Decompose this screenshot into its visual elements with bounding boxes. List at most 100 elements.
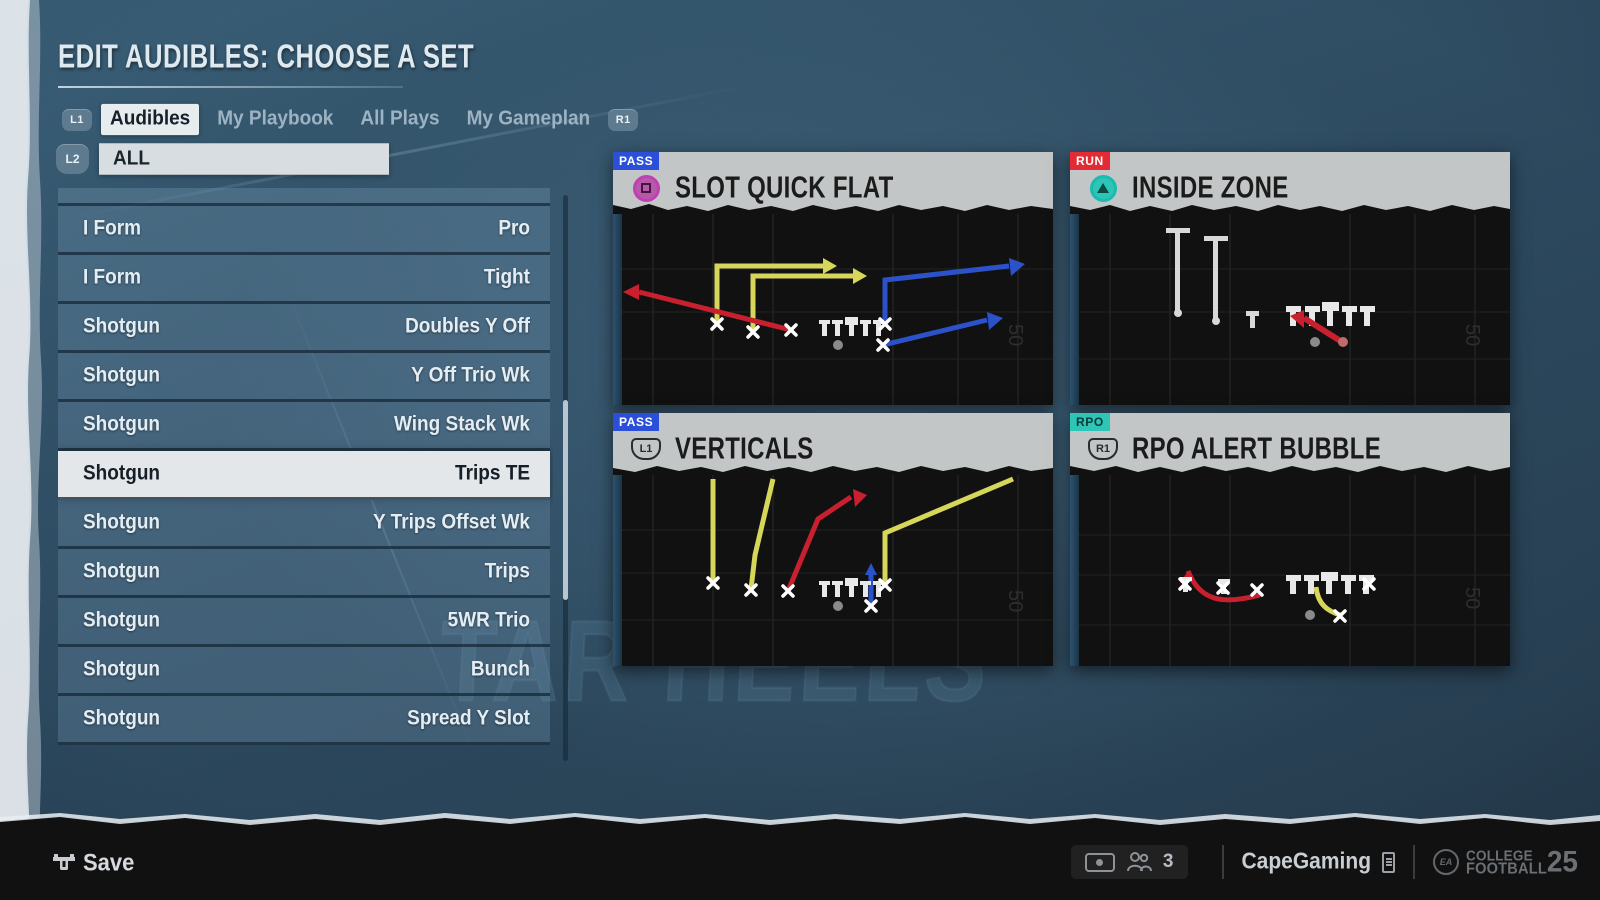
play-card-slot-quick-flat[interactable]: PASS SLOT QUICK FLAT 50 (613, 152, 1053, 405)
torn-edge (1070, 466, 1510, 475)
l1-bumper-icon: L1 (62, 108, 92, 131)
formation-name: Shotgun (83, 461, 161, 486)
players-count: 3 (1162, 851, 1174, 872)
play-type-badge: PASS (613, 152, 660, 170)
formation-row[interactable]: Shotgun Y Off Trio Wk (58, 353, 550, 402)
formation-row[interactable]: Shotgun Wing Stack Wk (58, 402, 550, 451)
svg-text:50: 50 (1004, 590, 1026, 612)
formation-row[interactable]: I Form Pro (58, 206, 550, 255)
play-card-header: RUN INSIDE ZONE (1070, 152, 1510, 214)
save-button-label: Save (83, 848, 135, 877)
filter-row: L2 ALL (56, 143, 389, 175)
formation-name: Shotgun (83, 559, 161, 584)
touchpad-icon (1084, 852, 1115, 872)
formation-name: Shotgun (83, 363, 161, 388)
formation-set-name: Doubles Y Off (405, 314, 530, 339)
play-art: 50 (613, 475, 1053, 666)
formation-set-name: Wing Stack Wk (393, 412, 530, 437)
header: EDIT AUDIBLES: CHOOSE A SET (58, 38, 496, 88)
play-diagram-verticals: 50 (613, 475, 1053, 666)
ps-triangle-icon (1088, 173, 1118, 203)
ps-square-icon (631, 173, 661, 203)
gamertag-label: CapeGaming (1241, 849, 1372, 874)
players-pill: 3 (1070, 845, 1188, 879)
torn-edge (613, 204, 1053, 214)
formation-set-name: Trips (484, 559, 530, 584)
formation-set-name: Y Trips Offset Wk (373, 510, 530, 535)
formation-set-name: Bunch (470, 657, 530, 682)
play-card-header: RPO R1 RPO ALERT BUBBLE (1070, 413, 1510, 475)
footer-divider (1413, 845, 1416, 879)
formation-row[interactable]: Shotgun Doubles Y Off (58, 304, 550, 353)
play-card-title: RPO ALERT BUBBLE (1132, 431, 1382, 466)
formation-name: I Form (83, 265, 142, 290)
shoulder-r1-label: R1 (1088, 438, 1118, 460)
formation-list[interactable]: I Form Pro I Form Tight Shotgun Doubles Y Off… (58, 188, 553, 764)
tab-all-plays[interactable]: All Plays (351, 104, 448, 135)
tab-audibles[interactable]: Audibles (101, 103, 200, 136)
footer-status-group: 3 CapeGaming EA COLLEGE FOOTBALL 25 (1070, 842, 1578, 882)
play-card-inside-zone[interactable]: RUN INSIDE ZONE 50 (1070, 152, 1510, 405)
shoulder-l1-label: L1 (631, 438, 661, 460)
formation-row[interactable]: Shotgun Bunch (58, 647, 550, 696)
list-top-partial-row (58, 188, 550, 206)
formation-row[interactable]: Shotgun Spread Y Slot (58, 696, 550, 745)
list-scrollbar-thumb[interactable] (563, 400, 568, 600)
tab-my-playbook[interactable]: My Playbook (208, 104, 342, 135)
play-art: 50 (613, 214, 1053, 405)
formation-set-name: Pro (498, 216, 530, 241)
formation-name: Shotgun (83, 608, 161, 633)
svg-text:50: 50 (1004, 324, 1026, 346)
play-card-rpo-alert-bubble[interactable]: RPO R1 RPO ALERT BUBBLE 50 (1070, 413, 1510, 666)
title-underline (58, 86, 403, 88)
formation-set-name: Spread Y Slot (407, 706, 530, 731)
shoulder-l1-icon: L1 (631, 434, 661, 464)
logo-football-text: FOOTBALL (1466, 858, 1547, 877)
formation-filter-select[interactable]: ALL (99, 143, 389, 175)
play-type-badge: RUN (1070, 152, 1110, 170)
save-button[interactable]: Save (52, 848, 135, 877)
torn-paper-left-edge (0, 0, 42, 900)
torn-edge (1070, 205, 1510, 214)
page-title: EDIT AUDIBLES: CHOOSE A SET (58, 38, 475, 75)
play-type-badge: PASS (613, 413, 660, 431)
logo-year-text: 25 (1546, 845, 1578, 878)
r1-bumper-icon: R1 (608, 108, 639, 131)
svg-text:50: 50 (1461, 324, 1483, 346)
formation-name: Shotgun (83, 412, 161, 437)
play-art: 50 (1070, 214, 1510, 405)
l2-trigger-icon: L2 (56, 144, 89, 174)
formation-set-name: Trips TE (455, 461, 530, 486)
tab-my-gameplan[interactable]: My Gameplan (458, 104, 600, 135)
formation-row[interactable]: Shotgun 5WR Trio (58, 598, 550, 647)
play-card-title: SLOT QUICK FLAT (675, 170, 894, 205)
dpad-button-icon (52, 853, 76, 873)
torn-edge (613, 466, 1053, 475)
play-diagram-rpo-alert-bubble: 50 (1070, 475, 1510, 666)
battery-icon (1382, 851, 1396, 873)
play-diagram-slot-quick-flat: 50 (613, 214, 1053, 405)
formation-name: Shotgun (83, 706, 161, 731)
formation-name: Shotgun (83, 314, 161, 339)
formation-row-selected[interactable]: Shotgun Trips TE (58, 451, 550, 500)
play-card-verticals[interactable]: PASS L1 VERTICALS 50 (613, 413, 1053, 666)
play-type-badge: RPO (1070, 413, 1110, 431)
formation-set-name: Y Off Trio Wk (411, 363, 530, 388)
play-card-title: VERTICALS (675, 431, 814, 466)
formation-row[interactable]: Shotgun Trips (58, 549, 550, 598)
play-card-header: PASS L1 VERTICALS (613, 413, 1053, 475)
players-icon (1126, 852, 1152, 872)
footer-torn-edge (0, 813, 1600, 828)
formation-name: I Form (83, 216, 142, 241)
game-logo: EA COLLEGE FOOTBALL 25 (1433, 845, 1578, 878)
shoulder-r1-icon: R1 (1088, 434, 1118, 464)
footer-bar: Save 3 CapeGaming EA COLLEGE FOOTBALL 25 (0, 813, 1600, 900)
play-card-title: INSIDE ZONE (1132, 170, 1289, 205)
formation-row[interactable]: I Form Tight (58, 255, 550, 304)
formation-row[interactable]: Shotgun Y Trips Offset Wk (58, 500, 550, 549)
formation-set-name: Tight (483, 265, 530, 290)
play-diagram-inside-zone: 50 (1070, 214, 1510, 405)
formation-name: Shotgun (83, 657, 161, 682)
formation-set-name: 5WR Trio (447, 608, 530, 633)
ea-logo-icon: EA (1433, 849, 1460, 875)
